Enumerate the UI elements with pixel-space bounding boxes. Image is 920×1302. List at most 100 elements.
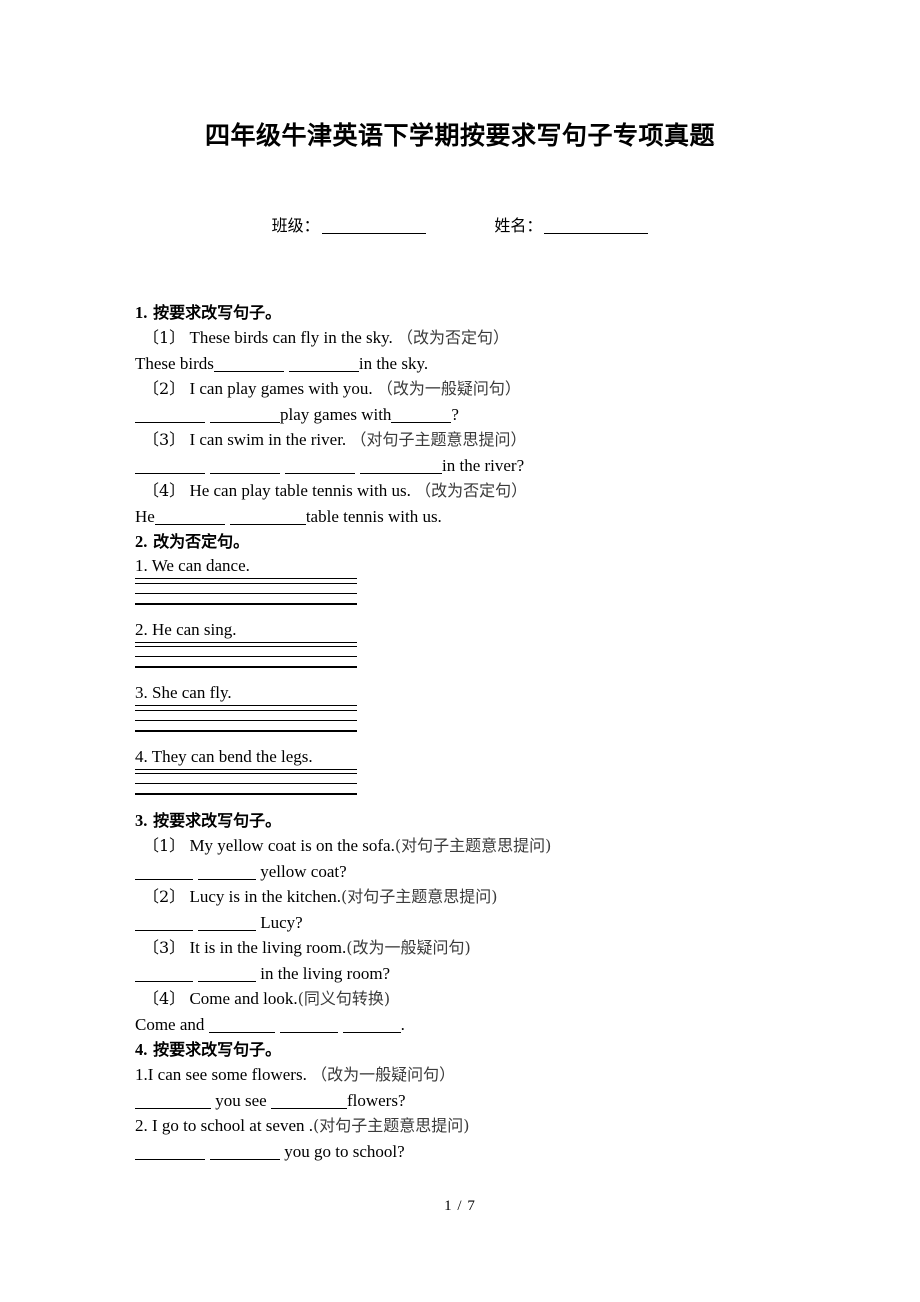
page-number: 1 / 7 — [444, 1198, 476, 1214]
answer-suffix: in the river? — [442, 455, 525, 475]
section-3-heading: 3. 按要求改写句子。 — [135, 808, 795, 833]
answer-prefix: He — [135, 506, 155, 526]
blank[interactable] — [210, 1144, 280, 1160]
item-sentence: My yellow coat is on the sofa. — [189, 836, 395, 855]
blank[interactable] — [135, 458, 205, 474]
blank[interactable] — [288, 356, 359, 372]
name-blank[interactable] — [544, 233, 649, 234]
answer-suffix: yellow coat? — [260, 861, 347, 881]
answer-suffix: ? — [451, 404, 459, 424]
blank[interactable] — [208, 1017, 275, 1033]
answer-line[interactable] — [135, 582, 357, 584]
answer-1-2: play games with? — [135, 402, 795, 428]
item-sentence: 1.I can see some flowers. — [135, 1065, 307, 1084]
item-instruction: （对句子主题意思提问） — [350, 430, 527, 449]
answer-suffix: flowers? — [346, 1090, 406, 1110]
answer-3-2: Lucy? — [135, 910, 795, 936]
answer-suffix: in the living room? — [260, 963, 391, 983]
question-3-1: 〔1〕 My yellow coat is on the sofa.(对句子主题… — [135, 833, 795, 859]
section-1-number: 1. — [135, 303, 148, 322]
item-sentence: Lucy is in the kitchen. — [189, 887, 341, 906]
answer-lines[interactable] — [135, 770, 357, 795]
blank[interactable] — [279, 1017, 338, 1033]
item-sentence: These birds can fly in the sky. — [189, 328, 393, 347]
page-title: 四年级牛津英语下学期按要求写句子专项真题 — [204, 121, 715, 150]
blank[interactable] — [135, 915, 193, 931]
item-marker: 〔4〕 — [143, 989, 186, 1008]
item-marker: 〔3〕 — [143, 430, 186, 449]
answer-lines[interactable] — [135, 579, 357, 605]
item-instruction: (对句子主题意思提问) — [394, 836, 552, 855]
question-3-2: 〔2〕 Lucy is in the kitchen.(对句子主题意思提问) — [135, 884, 795, 910]
item-marker: 〔1〕 — [143, 836, 186, 855]
item-instruction: (对句子主题意思提问) — [313, 1116, 470, 1135]
item-instruction: （改为一般疑问句） — [376, 379, 521, 398]
question-4-1: 1.I can see some flowers. （改为一般疑问句） — [135, 1062, 795, 1088]
blank[interactable] — [210, 407, 280, 423]
item-instruction: （改为否定句） — [397, 328, 510, 347]
item-sentence: I can play games with you. — [189, 379, 373, 398]
answer-4-2: you go to school? — [135, 1139, 795, 1165]
document-page: 四年级牛津英语下学期按要求写句子专项真题 班级： 姓名： 1. 按要求改写句子。… — [0, 0, 920, 1302]
answer-line[interactable] — [135, 773, 357, 774]
blank[interactable] — [198, 915, 256, 931]
answer-line[interactable] — [135, 646, 357, 647]
blank[interactable] — [210, 458, 280, 474]
blank[interactable] — [135, 1093, 211, 1109]
blank[interactable] — [135, 966, 193, 982]
answer-1-3: in the river? — [135, 453, 795, 479]
answer-3-3: in the living room? — [135, 961, 795, 987]
answer-prefix: Come and — [135, 1014, 205, 1034]
blank[interactable] — [342, 1017, 401, 1033]
answer-suffix: in the sky. — [358, 353, 429, 373]
blank[interactable] — [154, 509, 225, 525]
answer-line[interactable] — [135, 656, 357, 657]
question-1-4: 〔4〕 He can play table tennis with us. （改… — [135, 478, 795, 504]
question-3-4: 〔4〕 Come and look.(同义句转换) — [135, 986, 795, 1012]
section-2-title: 改为否定句。 — [153, 532, 250, 551]
question-1-1: 〔1〕 These birds can fly in the sky. （改为否… — [135, 325, 795, 351]
blank[interactable] — [135, 407, 205, 423]
answer-lines[interactable] — [135, 706, 357, 732]
item-instruction: (同义句转换) — [297, 989, 391, 1008]
answer-lines[interactable] — [135, 643, 357, 668]
exercise-body: 1. 按要求改写句子。 〔1〕 These birds can fly in t… — [135, 300, 795, 1164]
blank[interactable] — [135, 1144, 205, 1160]
page-footer: 1 / 7 — [0, 1198, 920, 1215]
item-instruction: （改为否定句） — [415, 481, 528, 500]
blank[interactable] — [285, 458, 355, 474]
answer-suffix: you go to school? — [284, 1141, 405, 1161]
answer-middle: play games with — [280, 404, 392, 424]
question-2-3: 3. She can fly. — [135, 681, 795, 732]
class-blank[interactable] — [321, 233, 426, 234]
blank[interactable] — [391, 407, 452, 423]
blank[interactable] — [213, 356, 284, 372]
item-sentence: I can swim in the river. — [189, 430, 347, 449]
blank[interactable] — [198, 966, 256, 982]
item-instruction: (对句子主题意思提问) — [341, 887, 498, 906]
item-sentence: 2. He can sing. — [135, 618, 357, 643]
section-4-heading: 4. 按要求改写句子。 — [135, 1037, 795, 1062]
blank[interactable] — [135, 864, 193, 880]
answer-line[interactable] — [135, 709, 357, 711]
question-4-2: 2. I go to school at seven .(对句子主题意思提问) — [135, 1113, 795, 1139]
answer-line[interactable] — [135, 592, 357, 594]
item-marker: 〔2〕 — [143, 887, 186, 906]
name-label: 姓名： — [494, 216, 543, 235]
item-sentence: 2. I go to school at seven . — [135, 1116, 313, 1135]
blank[interactable] — [229, 509, 306, 525]
item-marker: 〔1〕 — [143, 328, 186, 347]
blank[interactable] — [270, 1093, 347, 1109]
blank[interactable] — [360, 458, 442, 474]
answer-3-1: yellow coat? — [135, 859, 795, 885]
answer-suffix: . — [400, 1014, 405, 1034]
answer-line[interactable] — [135, 719, 357, 721]
question-2-1: 1. We can dance. — [135, 554, 795, 605]
question-2-2: 2. He can sing. — [135, 618, 795, 668]
item-sentence: He can play table tennis with us. — [189, 481, 411, 500]
blank[interactable] — [198, 864, 256, 880]
answer-line[interactable] — [135, 783, 357, 784]
